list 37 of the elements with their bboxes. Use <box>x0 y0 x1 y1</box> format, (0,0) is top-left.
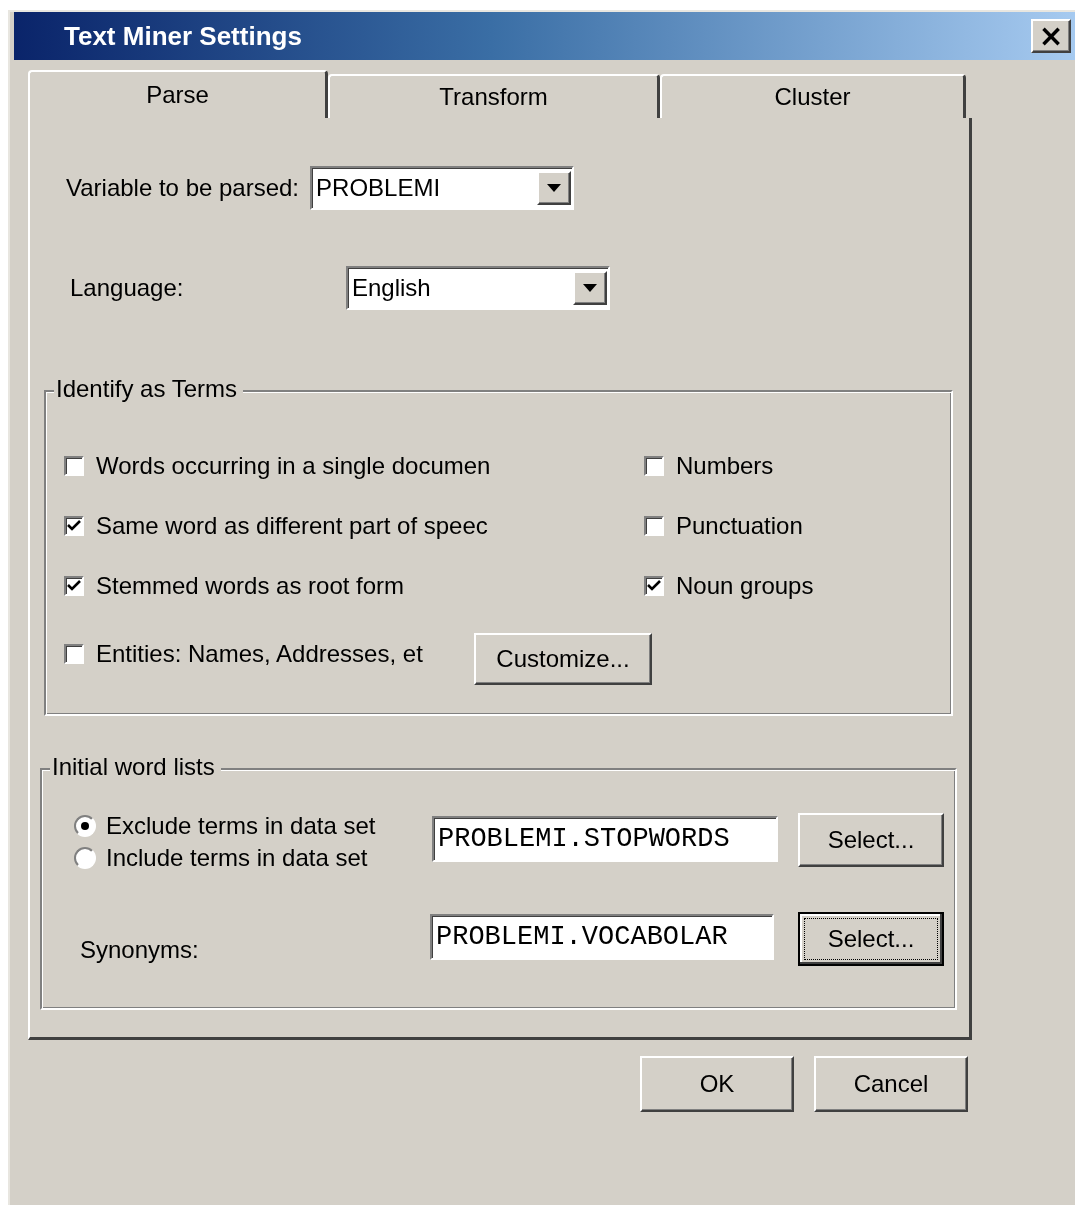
checkbox[interactable] <box>64 644 84 664</box>
dropdown-arrow-icon <box>583 284 597 292</box>
checkbox-label: Numbers <box>676 452 774 480</box>
radio-button[interactable] <box>74 847 96 869</box>
window-title: Text Miner Settings <box>64 20 302 52</box>
text-field[interactable]: PROBLEMI.VOCABOLAR <box>430 914 774 960</box>
checkbox[interactable] <box>644 456 664 476</box>
checkbox-label: Same word as different part of speec <box>96 512 488 540</box>
checkbox[interactable] <box>644 516 664 536</box>
radio-label: Exclude terms in data set <box>106 812 376 840</box>
checkbox-label: Punctuation <box>676 512 803 540</box>
field-label: Language: <box>70 274 185 302</box>
checkbox-label: Noun groups <box>676 572 814 600</box>
language-dropdown[interactable]: English <box>346 266 610 310</box>
checkbox[interactable] <box>64 516 84 536</box>
radio-button[interactable] <box>74 815 96 837</box>
dialog-button[interactable]: OK <box>640 1056 794 1112</box>
select-button[interactable]: Select... <box>798 912 944 966</box>
field-label: Variable to be parsed: <box>66 174 300 202</box>
text-field[interactable]: PROBLEMI.STOPWORDS <box>432 816 778 862</box>
checkbox-label: Words occurring in a single documen <box>96 452 491 480</box>
dropdown-arrow-icon <box>547 184 562 192</box>
tab[interactable]: Parse <box>28 70 328 118</box>
checkbox[interactable] <box>64 576 84 596</box>
checkbox-label: Entities: Names, Addresses, et <box>96 640 423 668</box>
customize-button[interactable]: Customize... <box>474 633 652 685</box>
radio-label: Include terms in data set <box>106 844 368 872</box>
close-button[interactable]: × <box>1031 19 1071 53</box>
variable-dropdown[interactable]: PROBLEMI <box>310 166 575 210</box>
select-button[interactable]: Select... <box>798 813 944 867</box>
checkbox-label: Stemmed words as root form <box>96 572 405 600</box>
tab[interactable]: Transform <box>328 74 660 118</box>
checkbox[interactable] <box>644 576 664 596</box>
checkbox[interactable] <box>64 456 84 476</box>
tab[interactable]: Cluster <box>660 74 966 118</box>
field-label: Synonyms: <box>80 936 200 964</box>
dialog-button[interactable]: Cancel <box>814 1056 968 1112</box>
